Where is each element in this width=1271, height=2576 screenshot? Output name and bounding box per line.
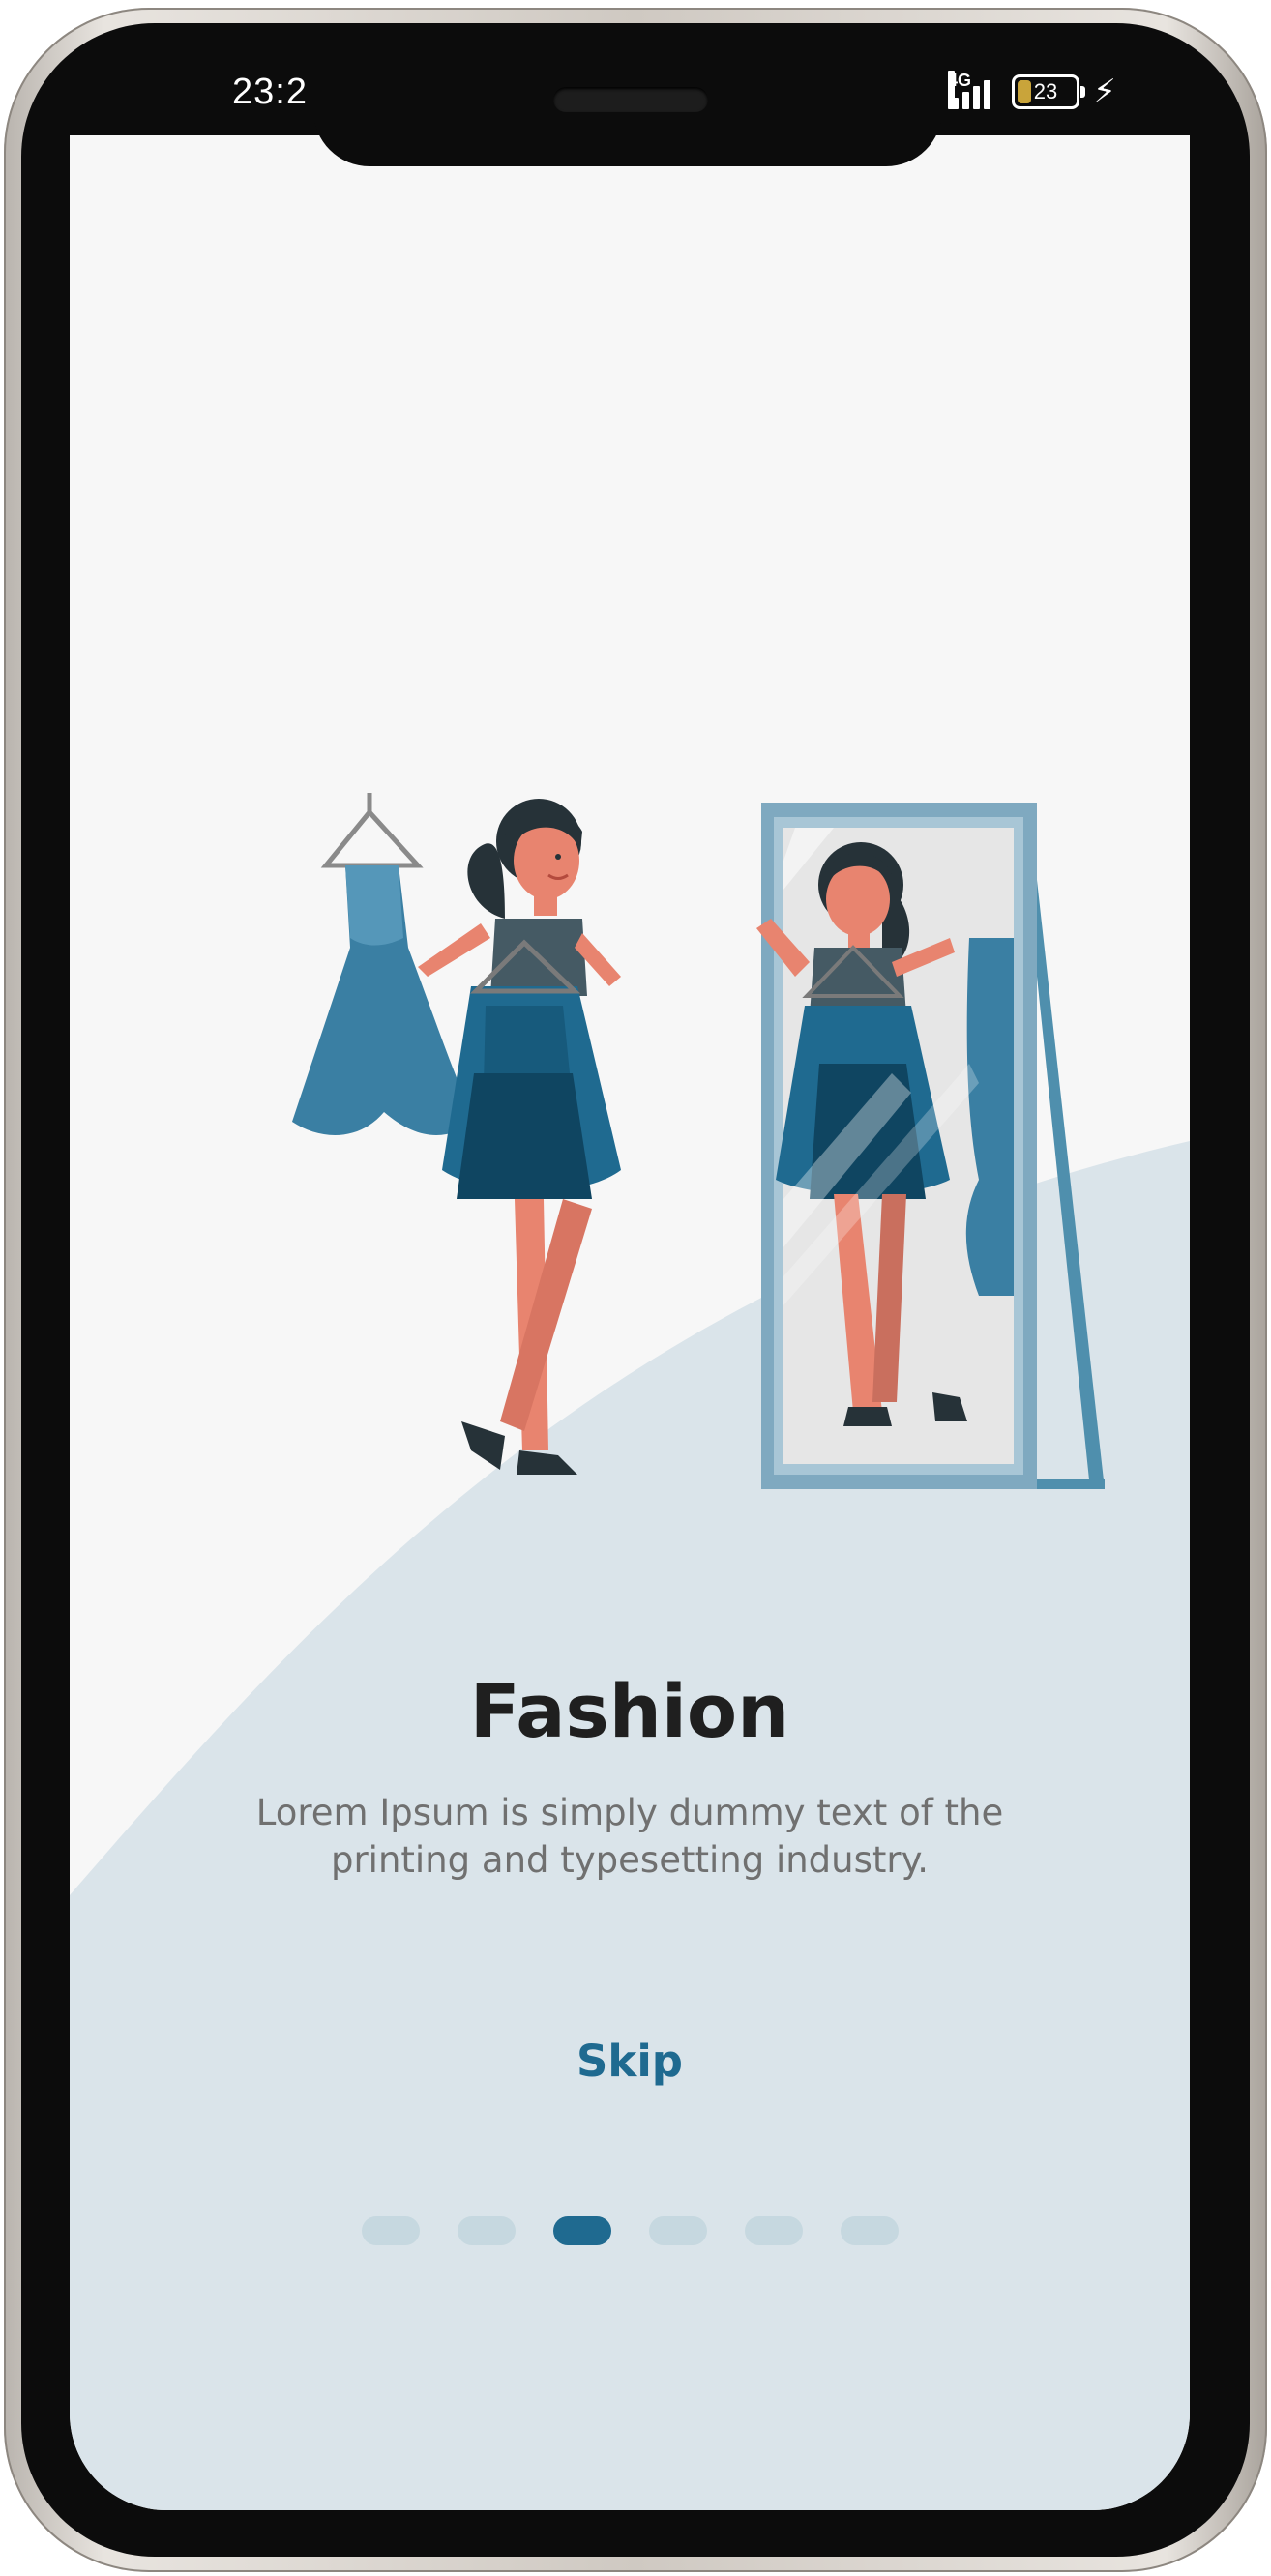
page-dot[interactable] bbox=[458, 2216, 516, 2245]
page-indicator bbox=[362, 2216, 899, 2245]
status-time: 23:2 bbox=[232, 72, 308, 112]
speaker-grille bbox=[553, 87, 708, 112]
page-dot[interactable] bbox=[553, 2216, 611, 2245]
onboarding-description: Lorem Ipsum is simply dummy text of the … bbox=[255, 1792, 1004, 1881]
page-dot[interactable] bbox=[745, 2216, 803, 2245]
app-screen: Fashion Lorem Ipsum is simply dummy text… bbox=[70, 135, 1190, 2510]
bolt-icon: ⚡ bbox=[1093, 73, 1116, 111]
fashion-illustration bbox=[292, 793, 1105, 1489]
skip-button[interactable]: Skip bbox=[533, 2035, 726, 2087]
battery-level: 23 bbox=[1033, 79, 1058, 103]
battery-icon: 23 bbox=[1012, 74, 1085, 109]
signal-icon: 4G bbox=[948, 71, 998, 113]
page-dot[interactable] bbox=[841, 2216, 899, 2245]
onboarding-title: Fashion bbox=[469, 1668, 790, 1754]
status-icons: 4G 23 ⚡ bbox=[948, 70, 1116, 114]
page-dot[interactable] bbox=[649, 2216, 707, 2245]
page-dot[interactable] bbox=[362, 2216, 420, 2245]
